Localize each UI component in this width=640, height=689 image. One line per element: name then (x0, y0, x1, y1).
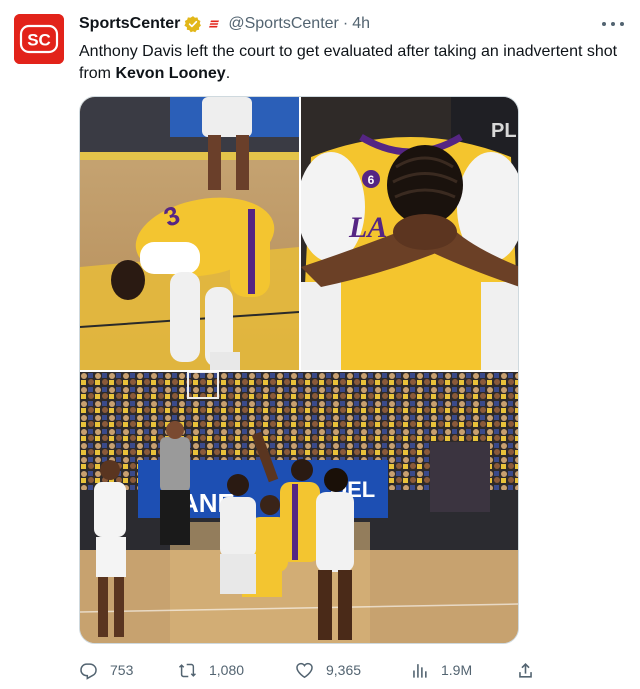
photo-davis-closeup[interactable]: PL LA 6 (301, 97, 518, 370)
verified-badge-icon[interactable] (184, 15, 202, 33)
reply-button[interactable]: 753 (79, 657, 133, 683)
retweet-button[interactable]: 1,080 (178, 657, 244, 683)
tweet-text: Anthony Davis left the court to get eval… (79, 41, 624, 85)
like-button[interactable]: 9,365 (295, 657, 361, 683)
mentioned-player: Kevon Looney (115, 65, 226, 82)
reply-icon (80, 662, 97, 680)
like-count: 9,365 (326, 662, 362, 678)
timestamp[interactable]: 4h (352, 15, 370, 33)
photo-grid: 3 PL LA 6 ANE OEL (79, 96, 519, 644)
espn-affiliate-icon[interactable] (208, 17, 223, 31)
sportscenter-avatar[interactable]: SC (14, 14, 64, 64)
retweet-icon (178, 663, 196, 677)
more-options-icon[interactable] (602, 16, 624, 32)
jersey-small-number: 6 (368, 173, 375, 187)
retweet-count: 1,080 (209, 662, 245, 678)
heart-icon (296, 662, 313, 678)
user-handle[interactable]: @SportsCenter (228, 15, 339, 33)
photo-collision-wide[interactable]: ANE OEL (80, 372, 518, 643)
tweet-header: SportsCenter @SportsCenter · 4h (79, 14, 370, 34)
avatar-logo-text: SC (27, 31, 51, 50)
share-button[interactable] (516, 657, 535, 683)
share-upload-icon (519, 662, 532, 678)
display-name[interactable]: SportsCenter (79, 15, 180, 33)
action-bar: 753 1,080 9,365 1.9M (79, 657, 534, 683)
dot-separator: · (342, 15, 349, 32)
tweet-text-end: . (225, 65, 231, 82)
reply-count: 753 (110, 662, 134, 678)
photo-davis-bent-over[interactable]: 3 (80, 97, 299, 370)
svg-text:PL: PL (491, 120, 517, 142)
tweet-card[interactable]: SC SportsCenter @SportsCenter · 4h Antho… (0, 0, 640, 689)
views-button[interactable]: 1.9M (410, 657, 472, 683)
views-bar-chart-icon (413, 663, 427, 678)
views-count: 1.9M (441, 662, 473, 678)
